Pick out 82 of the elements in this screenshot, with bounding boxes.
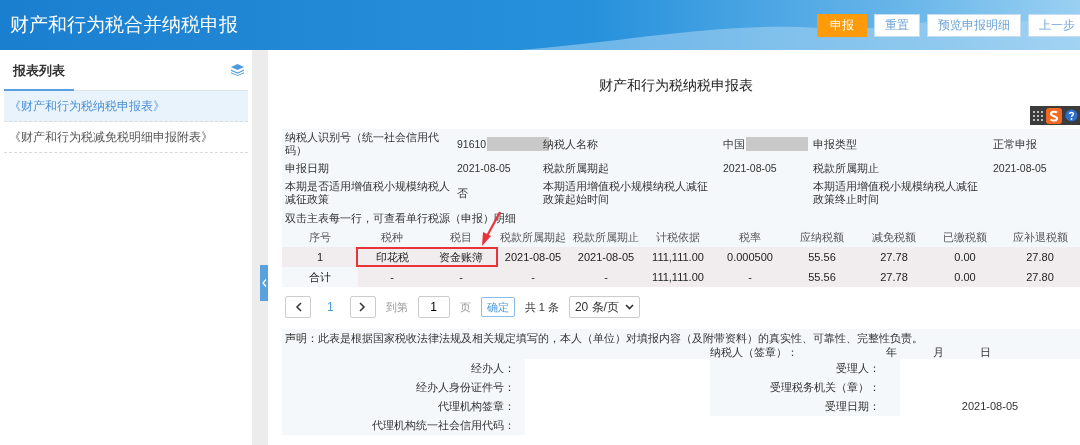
chevron-right-icon	[359, 302, 367, 312]
toolbar-button[interactable]: 预览申报明细	[927, 13, 1021, 37]
submit-button[interactable]: 申报	[817, 13, 867, 37]
next-page-button[interactable]	[349, 296, 376, 318]
table-cell-text: -	[530, 270, 536, 285]
table-cell-text: 55.56	[807, 270, 837, 285]
page-size-select[interactable]: 20 条/页	[568, 296, 640, 318]
table-cell-text: 2021-08-05	[503, 250, 563, 265]
column-header: 减免税额	[871, 230, 917, 245]
table-cell-text: 0.00	[953, 270, 977, 285]
field-label: 本期是否适用增值税小规模纳税人减征政策	[285, 180, 451, 206]
input-method-logo-icon	[1046, 107, 1062, 124]
toolbar-button[interactable]: 上一步	[1028, 13, 1080, 37]
confirm-button[interactable]: 确定	[480, 297, 515, 317]
page-number[interactable]: 1	[321, 300, 340, 314]
table-cell-text: 印花税	[374, 250, 410, 265]
declaration-text: 声明：此表是根据国家税收法律法规及相关规定填写的，本人（单位）对填报内容（及附带资料）的真实性、可靠性、完整性负责。	[284, 332, 924, 345]
field-value: 正常申报	[993, 137, 1037, 151]
field-label: 纳税人名称	[543, 137, 598, 151]
signature-label: 纳税人（签章）：	[710, 345, 798, 359]
table-cell-text: 111,111.00	[651, 250, 705, 265]
table-cell-text: -	[603, 270, 609, 285]
field-value: 2021-08-05	[457, 162, 511, 175]
table-cell-text: -	[389, 270, 395, 285]
page-input[interactable]: 1	[417, 296, 450, 318]
column-header: 税目	[449, 230, 473, 245]
field-label: 税款所属期止	[813, 162, 879, 175]
ime-toolbar[interactable]	[1030, 106, 1080, 125]
total-count: 共 1 条	[524, 299, 559, 315]
table-cell-text: 55.56	[807, 250, 837, 265]
table-cell-text: 27.78	[879, 250, 909, 265]
table-cell-text: -	[747, 270, 753, 285]
previous-page-button[interactable]	[285, 296, 311, 318]
column-header: 已缴税额	[942, 230, 988, 245]
field-label: 本期适用增值税小规模纳税人减征政策起始时间	[543, 180, 709, 206]
table-cell-text: 111,111.00	[651, 270, 705, 285]
help-icon	[1065, 109, 1078, 122]
field-label: 本期适用增值税小规模纳税人减征政策终止时间	[813, 180, 979, 206]
field-value: 91610	[457, 137, 487, 151]
table-cell-text: 0.000500	[726, 250, 774, 265]
field-value: 2021-08-05	[900, 397, 1080, 416]
grip-icon	[1033, 110, 1043, 121]
date-label: 月	[933, 345, 944, 359]
date-label: 年	[886, 345, 897, 359]
table-cell-text: 资金账簿	[438, 250, 484, 265]
field-label: 纳税人识别号（统一社会信用代码）	[285, 131, 440, 157]
field-label: 申报类型	[813, 137, 857, 151]
layers-icon[interactable]	[231, 64, 244, 76]
page-unit-label: 页	[459, 299, 471, 315]
column-header: 计税依据	[655, 230, 701, 245]
report-list-item[interactable]: 《财产和行为税减免税明细申报附表》	[4, 122, 248, 153]
column-header: 序号	[308, 230, 332, 245]
caret-down-icon	[624, 304, 634, 310]
table-cell-text: 1	[315, 250, 325, 265]
field-value: 中国	[723, 137, 745, 151]
column-header: 应纳税额	[799, 230, 845, 245]
table-cell-text: 27.80	[1025, 250, 1055, 265]
field-label: 申报日期	[285, 162, 329, 175]
collapse-handle[interactable]	[260, 265, 268, 301]
column-header: 税款所属期止	[572, 230, 640, 245]
goto-label: 到第	[385, 299, 408, 315]
date-label: 日	[980, 345, 991, 359]
field-value: 2021-08-05	[723, 162, 777, 175]
field-value: 否	[457, 186, 468, 200]
table-cell-text: -	[458, 270, 464, 285]
column-header: 税款所属期起	[499, 230, 567, 245]
column-header: 税率	[738, 230, 762, 245]
toolbar-button[interactable]: 重置	[874, 13, 920, 37]
chevron-left-icon	[294, 302, 302, 312]
field-value: 2021-08-05	[993, 162, 1047, 175]
page-title: 财产和行为税合并纳税申报	[10, 13, 238, 37]
field-label: 税款所属期起	[543, 162, 609, 175]
table-cell-text: 27.80	[1025, 270, 1055, 285]
total-label: 合计	[282, 267, 358, 287]
table-cell-text: 2021-08-05	[576, 250, 636, 265]
chevron-left-icon	[261, 279, 267, 287]
form-title: 财产和行为税纳税申报表	[599, 77, 753, 93]
table-cell-text: 27.78	[879, 270, 909, 285]
column-header: 税种	[380, 230, 404, 245]
column-header: 应补退税额	[1011, 230, 1069, 245]
report-list-item[interactable]: 《财产和行为税纳税申报表》	[4, 91, 248, 122]
table-cell-text: 0.00	[953, 250, 977, 265]
